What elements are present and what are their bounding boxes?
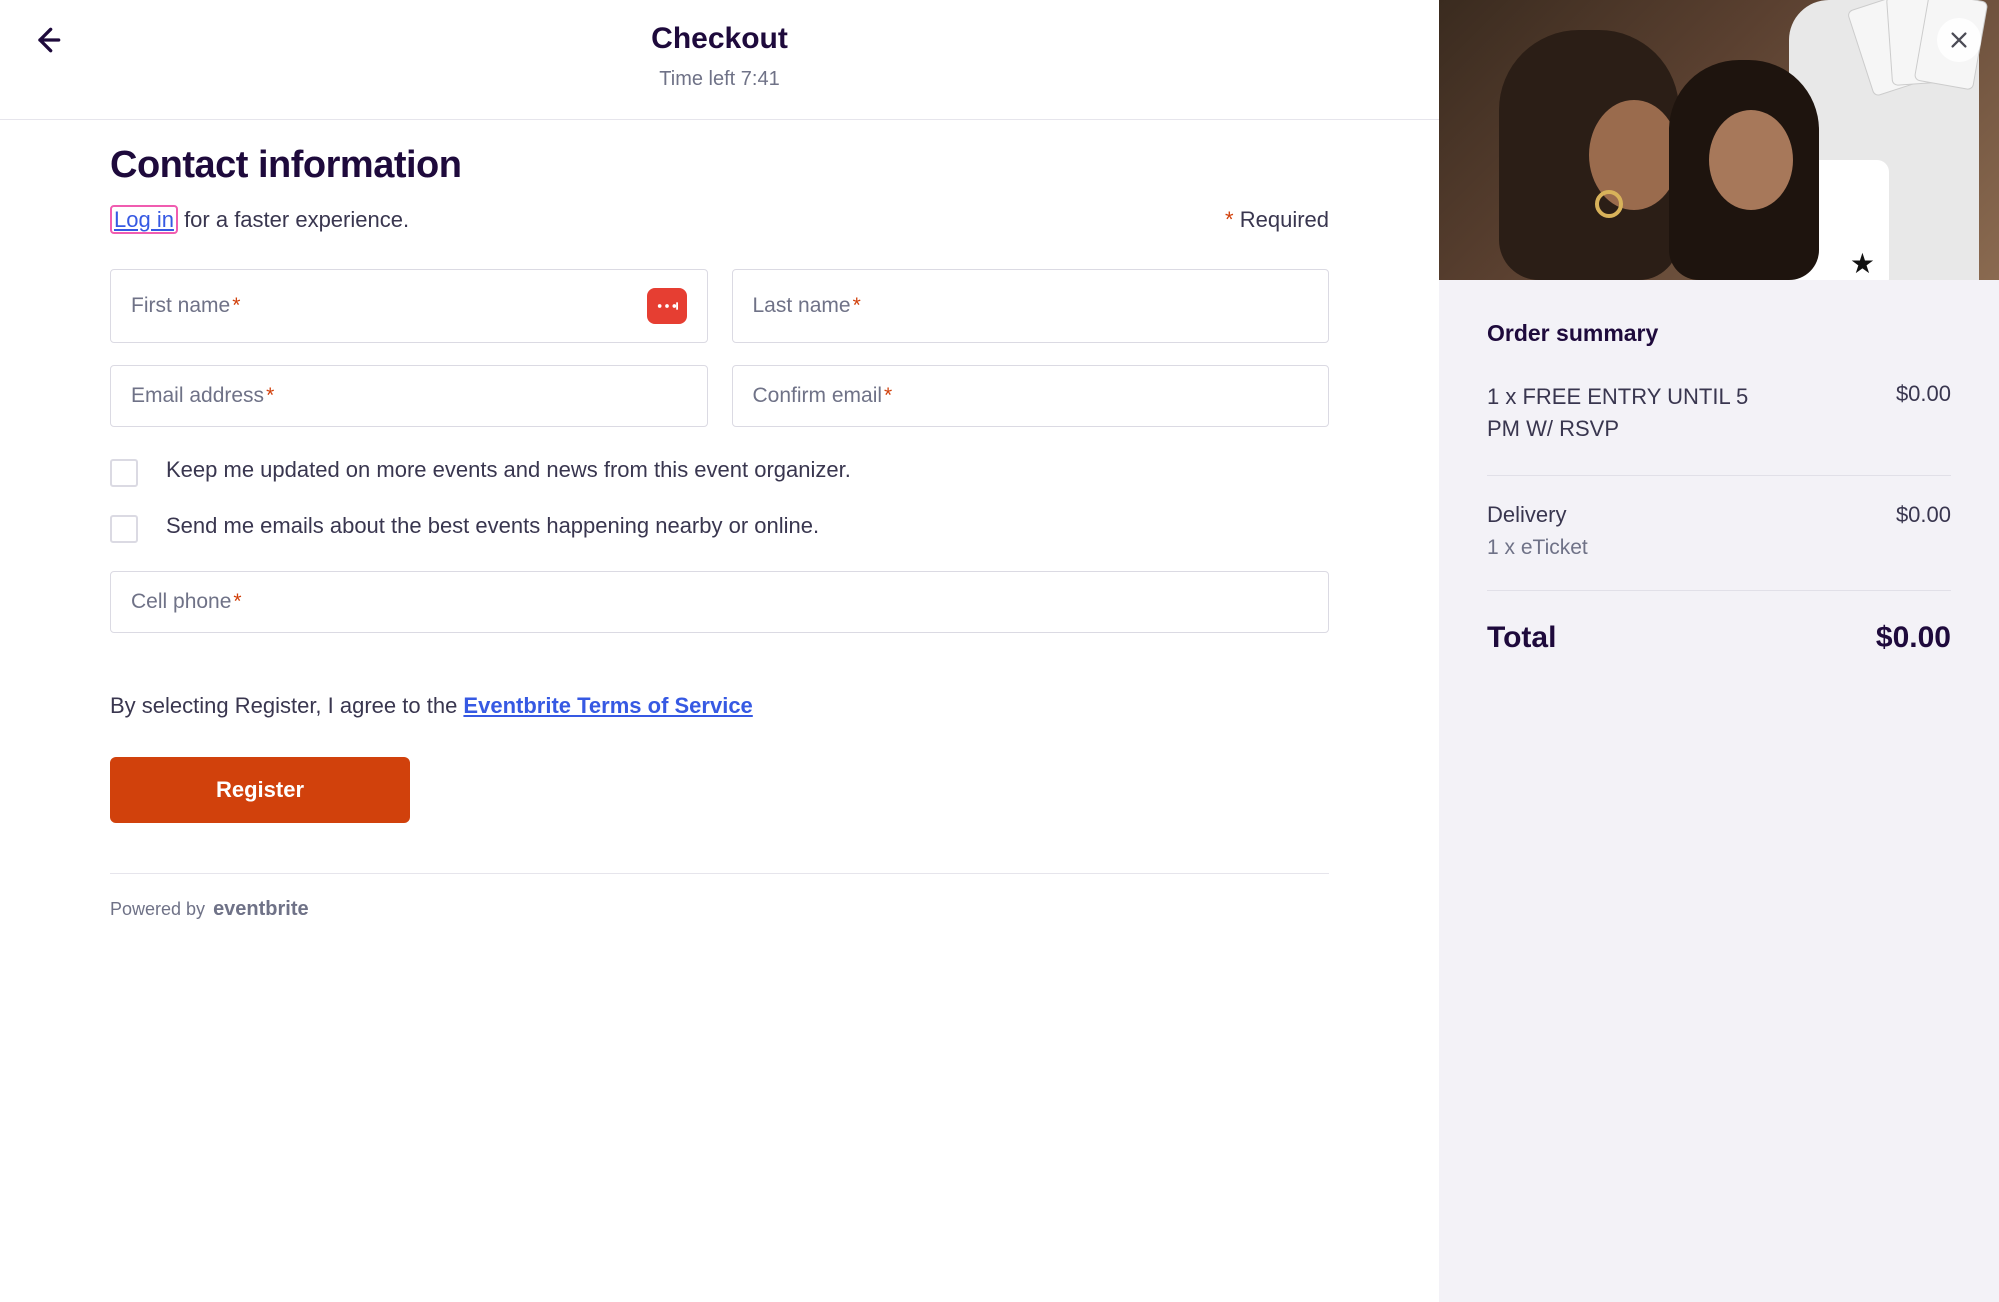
last-name-label-text: Last name (753, 294, 851, 317)
terms-agree: By selecting Register, I agree to the Ev… (110, 693, 1329, 719)
login-rest: for a faster experience. (178, 207, 409, 232)
required-star: * (884, 384, 892, 407)
summary-body: Order summary 1 x FREE ENTRY UNTIL 5 PM … (1439, 280, 1999, 695)
back-button[interactable] (32, 24, 64, 56)
check-updates-box[interactable] (110, 459, 138, 487)
first-name-field[interactable]: First name* (110, 269, 708, 343)
timer-prefix: Time left (659, 68, 741, 90)
summary-separator (1487, 475, 1951, 476)
delivery-label: Delivery (1487, 502, 1566, 528)
summary-line-item: 1 x FREE ENTRY UNTIL 5 PM W/ RSVP $0.00 (1487, 381, 1951, 445)
delivery-price: $0.00 (1896, 502, 1951, 528)
check-nearby-label: Send me emails about the best events hap… (166, 513, 819, 539)
email-label-text: Email address (131, 384, 264, 407)
close-button[interactable] (1937, 18, 1981, 62)
check-nearby: Send me emails about the best events hap… (110, 513, 1329, 543)
checkout-content: Contact information Log in for a faster … (0, 120, 1439, 961)
check-updates-label: Keep me updated on more events and news … (166, 457, 851, 483)
last-name-label: Last name* (753, 294, 861, 318)
checkout-main: Checkout Time left 7:41 Contact informat… (0, 0, 1439, 1302)
confirm-email-label-text: Confirm email (753, 384, 883, 407)
checkout-timer: Time left 7:41 (0, 68, 1439, 109)
first-name-label-text: First name (131, 294, 230, 317)
required-star: * (853, 294, 861, 317)
name-email-grid: First name* Last name* Email address* Co… (110, 269, 1329, 427)
delivery-sub: 1 x eTicket (1487, 536, 1951, 560)
order-summary-panel: Order summary 1 x FREE ENTRY UNTIL 5 PM … (1439, 0, 1999, 1302)
register-button[interactable]: Register (110, 757, 410, 823)
required-star: * (1225, 207, 1234, 232)
confirm-email-label: Confirm email* (753, 384, 893, 408)
summary-total: Total $0.00 (1487, 621, 1951, 655)
page-title: Checkout (0, 22, 1439, 56)
check-nearby-box[interactable] (110, 515, 138, 543)
password-manager-icon[interactable] (647, 288, 687, 324)
checkout-header: Checkout Time left 7:41 (0, 0, 1439, 120)
summary-title: Order summary (1487, 320, 1951, 347)
login-text-wrap: Log in for a faster experience. (110, 207, 409, 233)
contact-heading: Contact information (110, 144, 1329, 187)
required-star: * (266, 384, 274, 407)
required-label: Required (1234, 207, 1329, 232)
opt-in-checks: Keep me updated on more events and news … (110, 457, 1329, 543)
check-updates: Keep me updated on more events and news … (110, 457, 1329, 487)
last-name-field[interactable]: Last name* (732, 269, 1330, 343)
footer-divider (110, 873, 1329, 874)
summary-item-price: $0.00 (1896, 381, 1951, 445)
powered-brand: eventbrite (213, 898, 309, 921)
required-star: * (232, 294, 240, 317)
summary-separator-2 (1487, 590, 1951, 591)
required-star: * (233, 590, 241, 613)
cell-phone-label-text: Cell phone (131, 590, 231, 613)
total-label: Total (1487, 621, 1556, 655)
powered-by: Powered by eventbrite (110, 898, 1329, 921)
powered-prefix: Powered by (110, 899, 205, 920)
required-indicator: * Required (1225, 207, 1329, 233)
summary-delivery: Delivery $0.00 (1487, 502, 1951, 528)
agree-prefix: By selecting Register, I agree to the (110, 693, 463, 718)
login-row: Log in for a faster experience. * Requir… (110, 207, 1329, 233)
email-label: Email address* (131, 384, 274, 408)
timer-value: 7:41 (741, 68, 780, 90)
email-field[interactable]: Email address* (110, 365, 708, 427)
login-link[interactable]: Log in (110, 205, 178, 234)
cell-phone-field[interactable]: Cell phone* (110, 571, 1329, 633)
summary-item-name: 1 x FREE ENTRY UNTIL 5 PM W/ RSVP (1487, 381, 1787, 445)
first-name-label: First name* (131, 294, 240, 318)
total-price: $0.00 (1876, 621, 1951, 655)
terms-link[interactable]: Eventbrite Terms of Service (463, 693, 752, 718)
cell-phone-label: Cell phone* (131, 590, 242, 614)
confirm-email-field[interactable]: Confirm email* (732, 365, 1330, 427)
event-hero-image (1439, 0, 1999, 280)
